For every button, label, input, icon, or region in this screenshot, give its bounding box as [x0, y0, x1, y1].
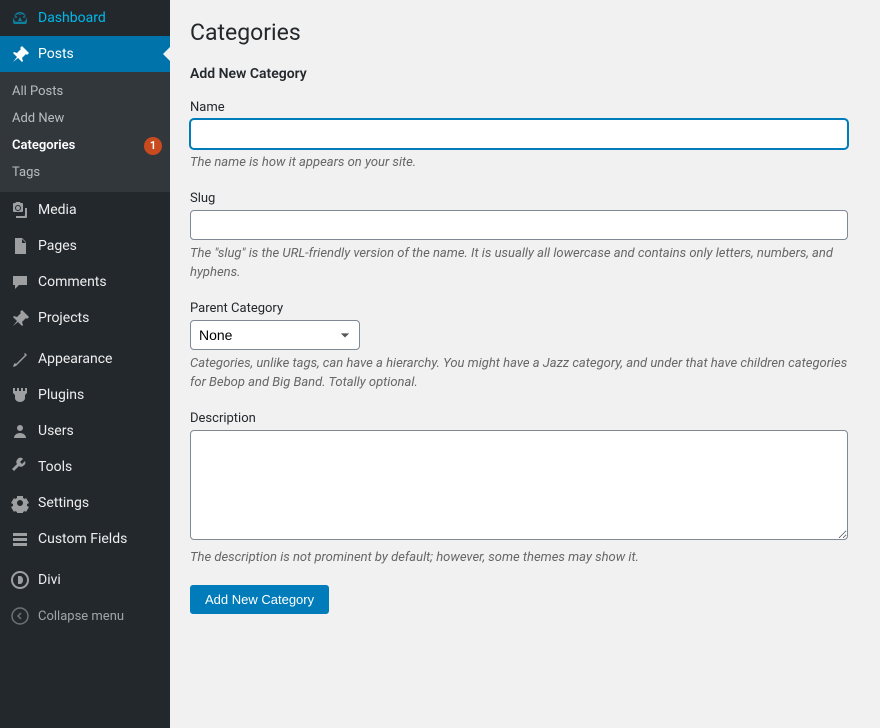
menu-item-custom-fields[interactable]: Custom Fields — [0, 521, 170, 557]
plugins-icon — [10, 385, 30, 405]
pages-icon — [10, 236, 30, 256]
submenu-add-new[interactable]: Add New — [0, 105, 170, 132]
menu-item-tools[interactable]: Tools — [0, 449, 170, 485]
parent-select[interactable]: None — [190, 320, 360, 350]
collapse-icon — [10, 606, 30, 626]
menu-item-posts[interactable]: Posts — [0, 36, 170, 72]
name-label: Name — [190, 100, 860, 115]
posts-submenu: All Posts Add New Categories 1 Tags — [0, 72, 170, 192]
field-parent: Parent Category None Categories, unlike … — [190, 301, 860, 393]
appearance-icon — [10, 349, 30, 369]
dashboard-icon — [10, 8, 30, 28]
submenu-all-posts[interactable]: All Posts — [0, 78, 170, 105]
menu-label: Plugins — [38, 387, 84, 403]
description-help: The description is not prominent by defa… — [190, 548, 848, 568]
menu-item-appearance[interactable]: Appearance — [0, 341, 170, 377]
name-help: The name is how it appears on your site. — [190, 153, 848, 173]
custom-fields-icon — [10, 529, 30, 549]
collapse-menu[interactable]: Collapse menu — [0, 598, 170, 634]
menu-label: Dashboard — [38, 10, 106, 26]
menu-label: Custom Fields — [38, 531, 127, 547]
media-icon — [10, 200, 30, 220]
menu-item-comments[interactable]: Comments — [0, 264, 170, 300]
submenu-tags[interactable]: Tags — [0, 159, 170, 186]
menu-label: Posts — [38, 46, 74, 62]
description-label: Description — [190, 411, 860, 426]
section-title: Add New Category — [190, 66, 860, 82]
menu-label: Media — [38, 202, 77, 218]
slug-input[interactable] — [190, 210, 848, 240]
menu-label: Appearance — [38, 351, 112, 367]
slug-label: Slug — [190, 191, 860, 206]
menu-item-users[interactable]: Users — [0, 413, 170, 449]
tools-icon — [10, 457, 30, 477]
slug-help: The "slug" is the URL-friendly version o… — [190, 244, 848, 283]
description-textarea[interactable] — [190, 430, 848, 540]
pin-icon — [10, 44, 30, 64]
pin-icon — [10, 308, 30, 328]
main-content: Categories Add New Category Name The nam… — [170, 0, 880, 728]
menu-label: Pages — [38, 238, 77, 254]
menu-label: Projects — [38, 310, 89, 326]
parent-label: Parent Category — [190, 301, 860, 316]
menu-item-plugins[interactable]: Plugins — [0, 377, 170, 413]
menu-label: Tools — [38, 459, 72, 475]
divi-icon — [10, 570, 30, 590]
menu-item-projects[interactable]: Projects — [0, 300, 170, 336]
page-title: Categories — [190, 10, 860, 66]
settings-icon — [10, 493, 30, 513]
menu-item-dashboard[interactable]: Dashboard — [0, 0, 170, 36]
menu-label: Comments — [38, 274, 107, 290]
field-description: Description The description is not promi… — [190, 411, 860, 568]
field-slug: Slug The "slug" is the URL-friendly vers… — [190, 191, 860, 283]
add-category-button[interactable]: Add New Category — [190, 585, 329, 614]
menu-item-pages[interactable]: Pages — [0, 228, 170, 264]
field-name: Name The name is how it appears on your … — [190, 100, 860, 173]
menu-item-media[interactable]: Media — [0, 192, 170, 228]
collapse-label: Collapse menu — [38, 609, 124, 624]
comments-icon — [10, 272, 30, 292]
admin-sidebar: Dashboard Posts All Posts Add New Catego… — [0, 0, 170, 728]
annotation-badge: 1 — [144, 137, 162, 155]
menu-label: Settings — [38, 495, 89, 511]
menu-item-divi[interactable]: Divi — [0, 562, 170, 598]
submenu-label: Categories — [12, 138, 75, 153]
menu-item-settings[interactable]: Settings — [0, 485, 170, 521]
menu-label: Divi — [38, 572, 61, 588]
menu-label: Users — [38, 423, 74, 439]
parent-help: Categories, unlike tags, can have a hier… — [190, 354, 848, 393]
users-icon — [10, 421, 30, 441]
submenu-categories[interactable]: Categories 1 — [0, 132, 170, 159]
name-input[interactable] — [190, 119, 848, 149]
